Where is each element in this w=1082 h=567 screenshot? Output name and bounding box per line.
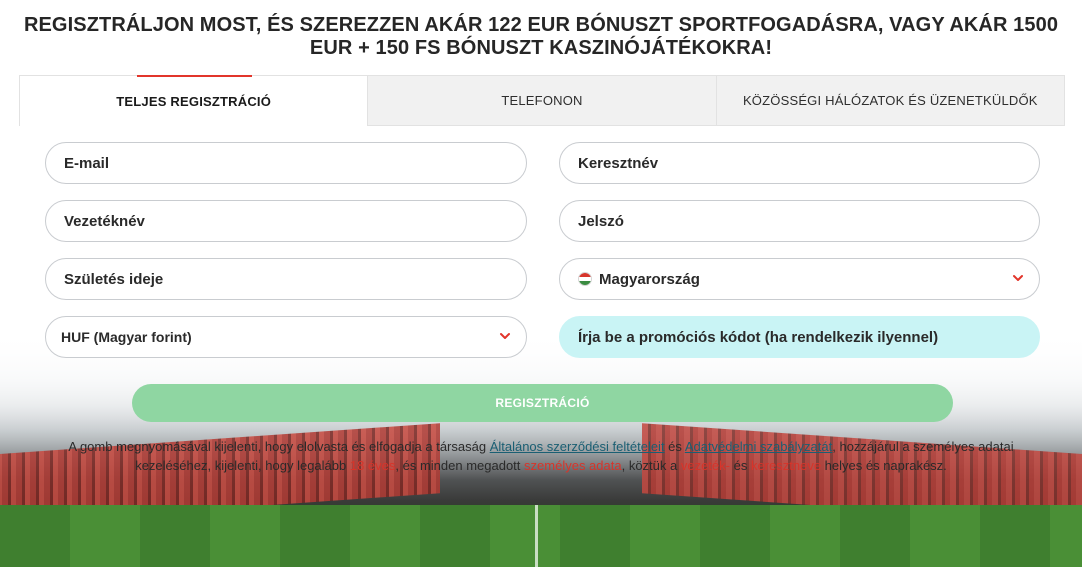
first-name-placeholder: Keresztnév — [578, 154, 659, 172]
birth-date-field[interactable]: Születés ideje — [45, 258, 527, 300]
password-placeholder: Jelszó — [578, 212, 624, 230]
birth-date-placeholder: Születés ideje — [64, 270, 164, 288]
tab-social-networks[interactable]: KÖZÖSSÉGI HÁLÓZATOK ÉS ÜZENETKÜLDŐK — [716, 75, 1065, 126]
legal-text: , köztük a — [621, 458, 681, 473]
hungary-flag-icon — [578, 272, 592, 286]
country-select[interactable]: Magyarország — [559, 258, 1040, 300]
firstname-highlight: keresztneve — [750, 458, 822, 473]
legal-text: és — [729, 458, 751, 473]
tab-label: TELJES REGISZTRÁCIÓ — [116, 93, 272, 109]
terms-link[interactable]: Általános szerződési feltételeit — [490, 439, 665, 454]
country-value: Magyarország — [599, 270, 700, 288]
legal-text: helyes és naprakész. — [821, 458, 947, 473]
age-highlight: 18 éves — [349, 458, 396, 473]
last-name-placeholder: Vezetéknév — [64, 212, 145, 230]
tab-full-registration[interactable]: TELJES REGISZTRÁCIÓ — [19, 75, 369, 126]
promo-code-field[interactable]: Írja be a promóciós kódot (ha rendelkezi… — [559, 316, 1040, 358]
password-field[interactable]: Jelszó — [559, 200, 1040, 242]
last-name-field[interactable]: Vezetéknév — [45, 200, 527, 242]
register-button[interactable]: REGISZTRÁCIÓ — [132, 384, 953, 422]
currency-value: HUF (Magyar forint) — [61, 329, 192, 345]
legal-disclaimer: A gomb megnyomásával kijelenti, hogy elo… — [40, 437, 1042, 475]
registration-page: REGISZTRÁLJON MOST, ÉS SZEREZZEN AKÁR 12… — [0, 0, 1082, 567]
tab-label: KÖZÖSSÉGI HÁLÓZATOK ÉS ÜZENETKÜLDŐK — [742, 93, 1038, 108]
email-field[interactable]: E-mail — [45, 142, 527, 184]
register-button-label: REGISZTRÁCIÓ — [495, 396, 590, 410]
email-placeholder: E-mail — [64, 154, 110, 172]
tab-phone[interactable]: TELEFONON — [368, 75, 717, 126]
personal-data-highlight: személyes adata — [524, 458, 622, 473]
legal-text: , és minden megadott — [395, 458, 525, 473]
active-tab-indicator — [137, 75, 252, 77]
currency-select[interactable]: HUF (Magyar forint) — [45, 316, 527, 358]
chevron-down-icon — [1013, 275, 1023, 281]
promo-headline: REGISZTRÁLJON MOST, ÉS SZEREZZEN AKÁR 12… — [23, 14, 1059, 59]
tab-label: TELEFONON — [501, 93, 583, 108]
registration-tabs: TELJES REGISZTRÁCIÓ TELEFONON KÖZÖSSÉGI … — [19, 75, 1065, 126]
surname-highlight: vezeték- — [680, 458, 730, 473]
legal-text: A gomb megnyomásával kijelenti, hogy elo… — [68, 439, 490, 454]
first-name-field[interactable]: Keresztnév — [559, 142, 1040, 184]
promo-code-placeholder: Írja be a promóciós kódot (ha rendelkezi… — [578, 328, 939, 346]
privacy-policy-link[interactable]: Adatvédelmi szabályzatát — [685, 439, 832, 454]
legal-text: és — [664, 439, 685, 454]
chevron-down-icon — [500, 333, 510, 339]
